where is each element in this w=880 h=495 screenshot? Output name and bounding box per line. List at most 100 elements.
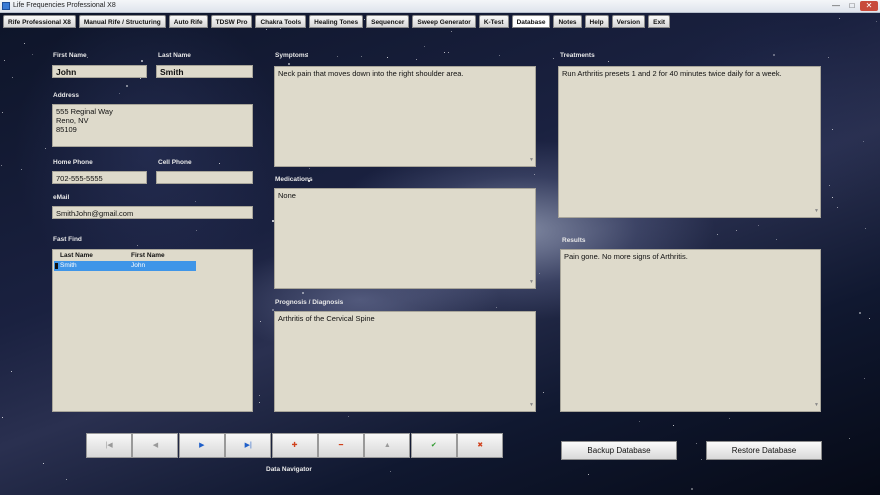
- star: [416, 59, 417, 60]
- restore-database-button[interactable]: Restore Database: [706, 441, 822, 460]
- scroll-down-icon[interactable]: ▼: [814, 207, 819, 216]
- star: [126, 85, 128, 87]
- star: [302, 292, 304, 294]
- star: [390, 471, 391, 472]
- star: [451, 31, 452, 32]
- star: [736, 230, 737, 231]
- tab-database[interactable]: Database: [511, 15, 551, 28]
- star: [87, 57, 88, 58]
- close-button[interactable]: ✕: [860, 1, 878, 11]
- prognosis-label: Prognosis / Diagnosis: [275, 299, 344, 306]
- address-field[interactable]: 555 Reginal Way Reno, NV 85109: [52, 104, 253, 147]
- grid-header-first-name: First Name: [131, 252, 165, 259]
- tab-healing-tones[interactable]: Healing Tones: [309, 15, 364, 28]
- data-navigator-label: Data Navigator: [266, 466, 312, 473]
- star: [776, 239, 777, 240]
- nav-button-next-record[interactable]: ▶: [178, 433, 225, 458]
- star: [758, 225, 759, 226]
- edit-record-icon: ▲: [383, 442, 391, 449]
- star: [691, 488, 693, 490]
- tab-sweep-generator[interactable]: Sweep Generator: [412, 15, 476, 28]
- symptoms-text: Neck pain that moves down into the right…: [278, 69, 464, 78]
- nav-button-first-record[interactable]: |◀: [86, 433, 132, 458]
- scroll-down-icon[interactable]: ▼: [529, 156, 534, 165]
- star: [448, 52, 449, 53]
- star: [288, 63, 290, 65]
- tab-help[interactable]: Help: [584, 15, 609, 28]
- fast-find-label: Fast Find: [53, 236, 82, 243]
- star: [140, 78, 141, 79]
- tab-sequencer[interactable]: Sequencer: [366, 15, 410, 28]
- star: [196, 230, 197, 231]
- star: [219, 163, 220, 164]
- medications-field[interactable]: None ▼: [274, 188, 536, 289]
- tab-rife-professional-x8[interactable]: Rife Professional X8: [3, 15, 76, 28]
- email-field[interactable]: SmithJohn@gmail.com: [52, 206, 253, 219]
- star: [696, 443, 697, 444]
- tab-version[interactable]: Version: [611, 15, 646, 28]
- star: [863, 141, 864, 142]
- star: [141, 60, 143, 62]
- star: [361, 56, 362, 57]
- star: [309, 168, 310, 169]
- post-edit-icon: ✔: [430, 442, 437, 449]
- row-indicator-icon: [55, 263, 58, 269]
- prior-record-icon: ◀: [152, 442, 159, 449]
- star: [348, 416, 349, 417]
- tab-auto-rife[interactable]: Auto Rife: [168, 15, 208, 28]
- star: [553, 58, 554, 59]
- scroll-down-icon[interactable]: ▼: [529, 401, 534, 410]
- tab-exit[interactable]: Exit: [648, 15, 671, 28]
- star: [839, 18, 840, 19]
- star: [259, 395, 260, 396]
- cancel-edit-icon: ✖: [477, 442, 484, 449]
- nav-button-edit-record[interactable]: ▲: [364, 433, 411, 458]
- tab-chakra-tools[interactable]: Chakra Tools: [255, 15, 307, 28]
- tab-tdsw-pro[interactable]: TDSW Pro: [210, 15, 253, 28]
- scroll-down-icon[interactable]: ▼: [814, 401, 819, 410]
- star: [137, 245, 138, 246]
- fast-find-grid[interactable]: [52, 249, 253, 412]
- first-name-field[interactable]: John: [52, 65, 147, 78]
- nav-button-insert-record[interactable]: ✚: [271, 433, 318, 458]
- minimize-button[interactable]: —: [828, 1, 844, 11]
- nav-button-cancel-edit[interactable]: ✖: [457, 433, 504, 458]
- backup-database-button[interactable]: Backup Database: [561, 441, 677, 460]
- symptoms-label: Symptoms: [275, 52, 309, 59]
- home-phone-field[interactable]: 702-555-5555: [52, 171, 147, 184]
- nav-button-delete-record[interactable]: ━: [318, 433, 364, 458]
- table-row[interactable]: Smith John: [54, 261, 196, 271]
- symptoms-field[interactable]: Neck pain that moves down into the right…: [274, 66, 536, 167]
- tab-manual-rife-structuring[interactable]: Manual Rife / Structuring: [78, 15, 166, 28]
- cell-phone-field[interactable]: [156, 171, 253, 184]
- results-text: Pain gone. No more signs of Arthritis.: [564, 252, 688, 261]
- window-title: Life Frequencies Professional X8: [13, 2, 116, 9]
- star: [195, 201, 196, 202]
- address-line-1: 555 Reginal Way: [56, 107, 113, 116]
- first-name-label: First Name: [53, 52, 87, 59]
- star: [43, 463, 44, 464]
- star: [266, 29, 267, 30]
- star: [876, 21, 877, 22]
- star: [865, 228, 866, 229]
- maximize-button[interactable]: □: [845, 1, 859, 11]
- star: [4, 60, 5, 61]
- star: [11, 371, 12, 372]
- tab-notes[interactable]: Notes: [553, 15, 582, 28]
- nav-button-post-edit[interactable]: ✔: [410, 433, 457, 458]
- star: [424, 46, 425, 47]
- star: [2, 112, 3, 113]
- tab-k-test[interactable]: K-Test: [478, 15, 509, 28]
- prognosis-field[interactable]: Arthritis of the Cervical Spine ▼: [274, 311, 536, 412]
- nav-button-last-record[interactable]: ▶|: [225, 433, 272, 458]
- scroll-down-icon[interactable]: ▼: [529, 278, 534, 287]
- medications-text: None: [278, 191, 296, 200]
- app-icon: [2, 2, 10, 10]
- results-field[interactable]: Pain gone. No more signs of Arthritis. ▼: [560, 249, 821, 412]
- last-record-icon: ▶|: [244, 442, 252, 449]
- results-label: Results: [562, 237, 586, 244]
- star: [837, 207, 838, 208]
- nav-button-prior-record[interactable]: ◀: [132, 433, 179, 458]
- treatments-field[interactable]: Run Arthritis presets 1 and 2 for 40 min…: [558, 66, 821, 218]
- last-name-field[interactable]: Smith: [156, 65, 253, 78]
